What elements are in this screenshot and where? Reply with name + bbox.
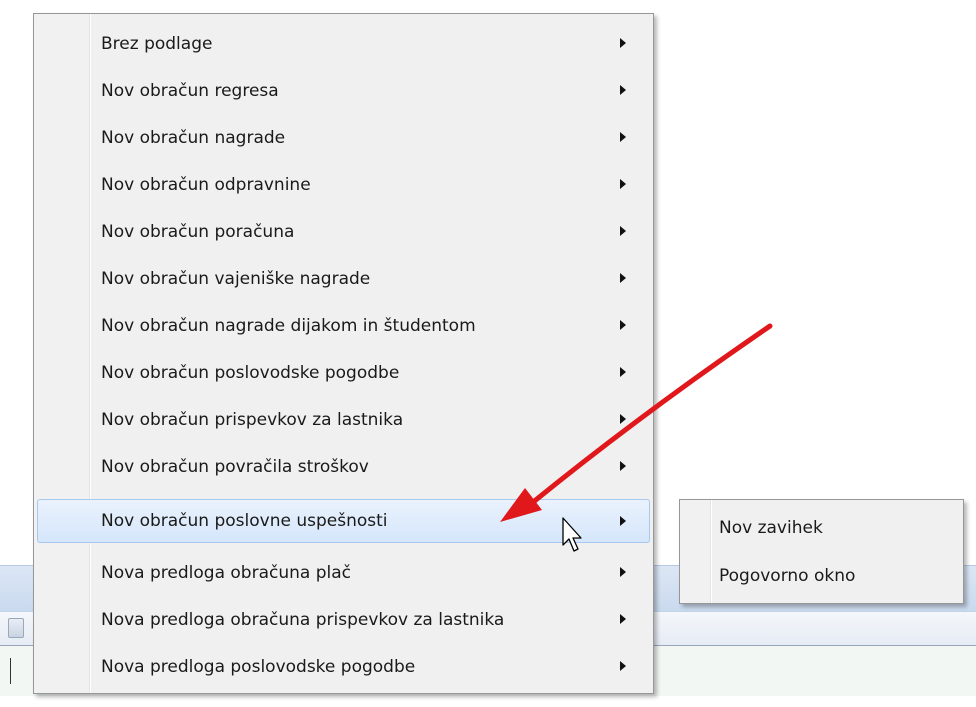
menu-item-label: Nov obračun vajeniške nagrade bbox=[101, 269, 371, 289]
submenu-arrow-icon bbox=[620, 320, 626, 330]
menu-item-odpravnina[interactable]: Nov obračun odpravnine bbox=[37, 162, 650, 208]
menu-item-predloga-prispevkov[interactable]: Nova predloga obračuna prispevkov za las… bbox=[37, 597, 650, 643]
submenu-arrow-icon bbox=[620, 414, 626, 424]
menu-item-label: Nov obračun prispevkov za lastnika bbox=[101, 410, 404, 430]
text-caret bbox=[10, 658, 11, 684]
submenu-arrow-icon bbox=[620, 226, 626, 236]
menu-item-predloga-poslovodske[interactable]: Nova predloga poslovodske pogodbe bbox=[37, 644, 650, 690]
menu-item-label: Nov obračun nagrade bbox=[101, 128, 286, 148]
menu-item-nagrada-dijakom[interactable]: Nov obračun nagrade dijakom in študentom bbox=[37, 303, 650, 349]
menu-item-label: Nova predloga poslovodske pogodbe bbox=[101, 657, 416, 677]
submenu-arrow-icon bbox=[620, 38, 626, 48]
submenu-arrow-icon bbox=[620, 614, 626, 624]
submenu-item-nov-zavihek[interactable]: Nov zavihek bbox=[683, 504, 960, 550]
menu-item-poslovodska-pogodba[interactable]: Nov obračun poslovodske pogodbe bbox=[37, 350, 650, 396]
submenu-arrow-icon bbox=[620, 179, 626, 189]
menu-item-label: Nov obračun nagrade dijakom in študentom bbox=[101, 316, 476, 336]
submenu-arrow-icon bbox=[620, 273, 626, 283]
menu-item-poslovna-uspesnost[interactable]: Nov obračun poslovne uspešnosti bbox=[37, 499, 650, 543]
submenu-arrow-icon bbox=[620, 132, 626, 142]
menu-item-regres[interactable]: Nov obračun regresa bbox=[37, 68, 650, 114]
background-button[interactable] bbox=[8, 618, 24, 638]
menu-item-label: Nov obračun povračila stroškov bbox=[101, 457, 369, 477]
submenu-arrow-icon bbox=[620, 567, 626, 577]
menu-item-label: Nov obračun odpravnine bbox=[101, 175, 311, 195]
submenu-arrow-icon bbox=[620, 367, 626, 377]
submenu-item-label: Pogovorno okno bbox=[719, 566, 856, 586]
submenu-arrow-icon bbox=[620, 516, 626, 526]
submenu: Nov zavihek Pogovorno okno bbox=[679, 499, 964, 604]
submenu-arrow-icon bbox=[620, 661, 626, 671]
menu-item-label: Brez podlage bbox=[101, 34, 213, 54]
menu-item-predloga-plac[interactable]: Nova predloga obračuna plač bbox=[37, 550, 650, 596]
submenu-item-pogovorno-okno[interactable]: Pogovorno okno bbox=[683, 552, 960, 598]
menu-item-label: Nova predloga obračuna prispevkov za las… bbox=[101, 610, 505, 630]
menu-item-prispevki-lastnik[interactable]: Nov obračun prispevkov za lastnika bbox=[37, 397, 650, 443]
menu-item-nagrada[interactable]: Nov obračun nagrade bbox=[37, 115, 650, 161]
menu-item-label: Nov obračun poračuna bbox=[101, 222, 295, 242]
menu-item-povracilo-stroskov[interactable]: Nov obračun povračila stroškov bbox=[37, 444, 650, 490]
menu-item-label: Nov obračun poslovodske pogodbe bbox=[101, 363, 400, 383]
menu-item-vajeniska-nagrada[interactable]: Nov obračun vajeniške nagrade bbox=[37, 256, 650, 302]
menu-item-label: Nova predloga obračuna plač bbox=[101, 563, 351, 583]
submenu-arrow-icon bbox=[620, 461, 626, 471]
submenu-item-label: Nov zavihek bbox=[719, 518, 823, 538]
menu-item-label: Nov obračun poslovne uspešnosti bbox=[101, 511, 388, 531]
context-menu: Brez podlage Nov obračun regresa Nov obr… bbox=[33, 13, 654, 694]
menu-item-label: Nov obračun regresa bbox=[101, 81, 279, 101]
menu-item-brez-podlage[interactable]: Brez podlage bbox=[37, 21, 650, 67]
menu-item-poracun[interactable]: Nov obračun poračuna bbox=[37, 209, 650, 255]
submenu-arrow-icon bbox=[620, 85, 626, 95]
